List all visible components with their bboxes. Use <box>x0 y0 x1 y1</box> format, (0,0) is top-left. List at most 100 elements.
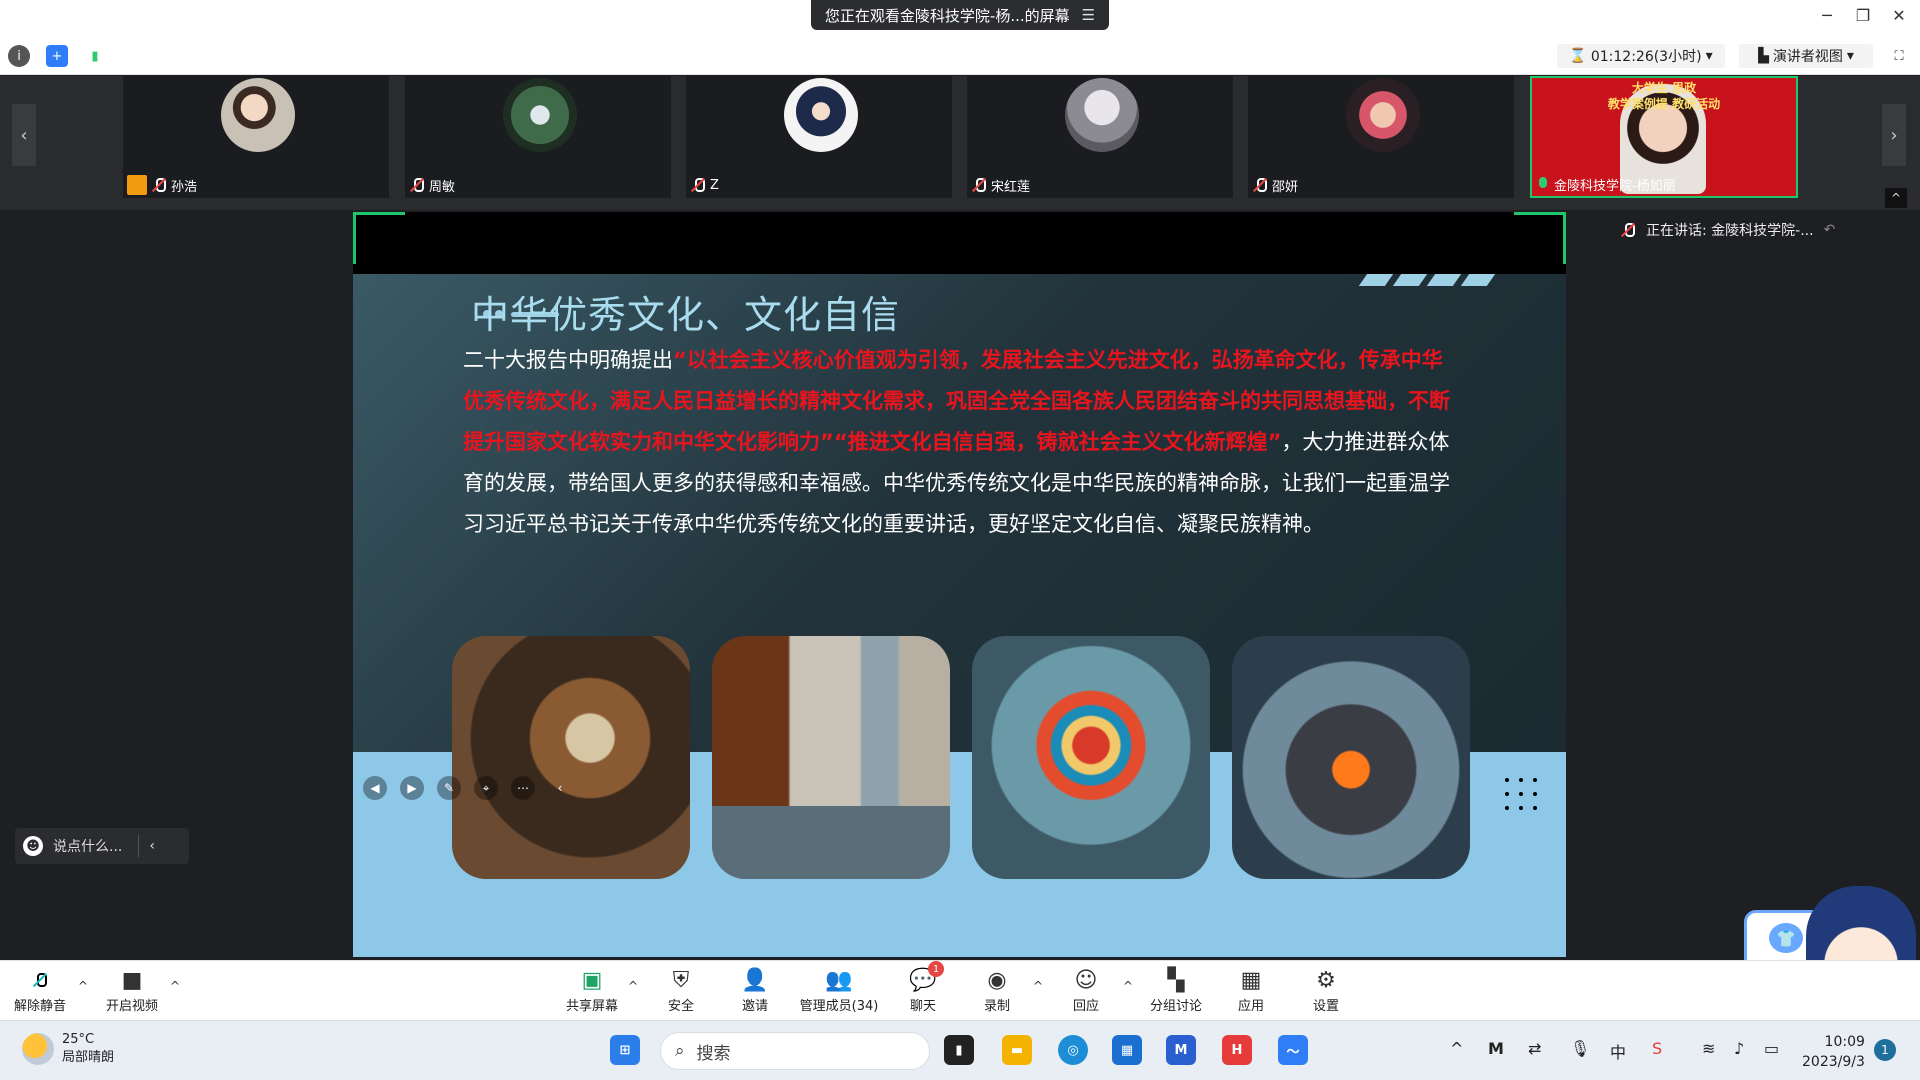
chevron-left-icon[interactable]: ‹ <box>149 838 155 854</box>
notification-badge[interactable]: 1 <box>1874 1039 1896 1061</box>
strip-prev-button[interactable]: ‹ <box>12 104 36 166</box>
mic-muted-icon <box>151 177 167 193</box>
chevron-up-icon[interactable]: ^ <box>628 979 638 993</box>
info-icon[interactable]: i <box>8 45 30 67</box>
participant-tile[interactable]: 周敏 <box>405 76 671 198</box>
transfer-icon[interactable]: ⇄ <box>1528 1039 1541 1058</box>
avatar <box>1346 78 1420 152</box>
participant-name-text: Z <box>710 177 719 193</box>
start-video-button[interactable]: ■ 开启视频 <box>92 965 172 1015</box>
avatar <box>784 78 858 152</box>
chevron-down-icon: ▾ <box>1846 48 1854 64</box>
breakout-button[interactable]: ▚ 分组讨论 <box>1136 965 1216 1015</box>
participant-tile[interactable]: 孙浩 <box>123 76 389 198</box>
next-slide-icon[interactable]: ▶ <box>400 776 424 800</box>
slide-body: 二十大报告中明确提出“以社会主义核心价值观为引领，发展社会主义先进文化，弘扬革命… <box>463 340 1463 545</box>
participant-name: 邵妍 <box>1252 174 1298 196</box>
collapse-strip-button[interactable]: ^ <box>1885 188 1907 208</box>
prev-slide-icon[interactable]: ◀ <box>363 776 387 800</box>
reactions-button[interactable]: ☺ 回应 <box>1046 965 1126 1015</box>
slide-photos <box>452 636 1470 879</box>
strip-next-button[interactable]: › <box>1882 104 1906 166</box>
record-icon: ◉ <box>987 967 1007 993</box>
windows-start-icon[interactable]: ⊞ <box>610 1035 640 1065</box>
participant-tile[interactable]: 宋红莲 <box>967 76 1233 198</box>
participant-tile[interactable]: 邵妍 <box>1248 76 1514 198</box>
taskbar-search[interactable]: ⌕ 搜索 <box>660 1032 930 1070</box>
browser-icon[interactable]: ◎ <box>1058 1035 1088 1065</box>
apps-icon: ▦ <box>1240 967 1262 993</box>
huawei-app-icon[interactable]: H <box>1222 1035 1252 1065</box>
battery-icon[interactable]: ▭ <box>1764 1039 1779 1058</box>
add-user-icon: 👤 <box>741 967 769 993</box>
presentation-slide: 中华优秀文化、文化自信 二十大报告中明确提出“以社会主义核心价值观为引领，发展社… <box>353 212 1566 957</box>
store-icon[interactable]: ▦ <box>1112 1035 1142 1065</box>
security-label: 安全 <box>667 999 694 1014</box>
meeting-timer[interactable]: ⌛ 01:12:26(3小时) ▾ <box>1557 44 1725 68</box>
speaker-name: 金陵科技学院-杨如丽 <box>1536 175 1676 194</box>
active-speaker-tile[interactable]: 大学生 思政 教学案例提 教研活动 金陵科技学院-杨如丽 <box>1530 76 1798 198</box>
mail-icon[interactable]: M <box>1166 1035 1196 1065</box>
speaker-banner-line2: 教学案例提 教研活动 <box>1607 97 1721 111</box>
participant-tile[interactable]: Z <box>686 76 952 198</box>
reaction-icon: ☺ <box>1074 967 1098 993</box>
back-arrow-icon[interactable]: ↶ <box>1824 222 1836 238</box>
participant-name: 孙浩 <box>127 174 197 196</box>
view-mode-dropdown[interactable]: ▙ 演讲者视图 ▾ <box>1739 44 1873 68</box>
workshop-globe-image <box>452 636 690 879</box>
mail-tray-icon[interactable]: M <box>1488 1039 1504 1058</box>
file-explorer-mini-icon[interactable]: ▮ <box>944 1035 974 1065</box>
share-screen-button[interactable]: ▣ 共享屏幕 <box>552 965 632 1015</box>
pen-icon[interactable]: ✎ <box>437 776 461 800</box>
apps-label: 应用 <box>1237 999 1264 1014</box>
security-button[interactable]: ⛨ 安全 <box>641 965 721 1015</box>
chevron-up-icon[interactable]: ^ <box>1123 979 1133 993</box>
slide-top-bar <box>353 212 1566 274</box>
antivirus-icon[interactable]: S <box>1652 1039 1662 1058</box>
glowing-cube-image <box>1232 636 1470 879</box>
dot-grid-decoration <box>1505 778 1537 810</box>
apps-button[interactable]: ▦ 应用 <box>1211 965 1291 1015</box>
restore-button[interactable]: ❐ <box>1848 6 1878 25</box>
chat-button[interactable]: 💬 1 聊天 <box>883 961 963 1014</box>
fullscreen-icon[interactable]: ⛶ <box>1888 45 1910 67</box>
meeting-bottom-toolbar: 解除静音 ^ ■ 开启视频 ^ ▣ 共享屏幕 ^ ⛨ 安全 👤 邀请 👥 管理成… <box>0 960 1920 1020</box>
folder-icon[interactable]: ▬ <box>1002 1035 1032 1065</box>
ime-indicator[interactable]: 中 <box>1610 1039 1626 1063</box>
chevron-left-icon[interactable]: ‹ <box>548 776 572 800</box>
chevron-up-icon[interactable]: ^ <box>1033 979 1043 993</box>
close-button[interactable]: ✕ <box>1884 6 1914 25</box>
minimize-button[interactable]: ─ <box>1812 6 1842 25</box>
shared-screen-stage: 正在讲话: 金陵科技学院-... ↶ 中华优秀文化、文化自信 二十大报告中明确提… <box>0 210 1920 1016</box>
chevron-up-icon[interactable]: ^ <box>170 979 180 993</box>
microphone-icon[interactable]: 🎙 <box>1570 1039 1590 1058</box>
chevron-up-icon[interactable]: ^ <box>1450 1039 1463 1058</box>
chat-placeholder[interactable]: 说点什么... <box>53 836 122 856</box>
emoji-icon[interactable]: ☻ <box>23 836 43 856</box>
chevron-up-icon[interactable]: ^ <box>78 979 88 993</box>
system-clock[interactable]: 10:09 2023/9/3 <box>1802 1032 1865 1072</box>
settings-button[interactable]: ⚙ 设置 <box>1286 965 1366 1015</box>
screen-share-banner[interactable]: 您正在观看金陵科技学院-杨...的屏幕 ☰ <box>811 0 1109 30</box>
share-notice-text: 您正在观看金陵科技学院-杨...的屏幕 <box>824 6 1070 25</box>
weather-widget[interactable]: 25°C 局部晴朗 <box>22 1031 114 1067</box>
record-button[interactable]: ◉ 录制 <box>957 965 1037 1015</box>
quick-chat-box[interactable]: ☻ 说点什么... ‹ <box>15 828 189 864</box>
chat-icon: 💬 1 <box>908 961 944 995</box>
wifi-icon[interactable]: ≋ <box>1702 1039 1715 1058</box>
meeting-app-icon[interactable]: 〜 <box>1278 1035 1308 1065</box>
shield-icon[interactable]: + <box>46 45 68 67</box>
more-icon[interactable]: ⋯ <box>511 776 535 800</box>
volume-icon[interactable]: ♪ <box>1734 1039 1744 1058</box>
signal-bars-icon[interactable]: ▮ <box>84 45 106 67</box>
slide-body-quote-2: “推进文化自信自强，铸就社会主义文化新辉煌” <box>833 430 1282 454</box>
speaker-banner: 大学生 思政 教学案例提 教研活动 <box>1532 80 1796 112</box>
avatar <box>1065 78 1139 152</box>
invite-button[interactable]: 👤 邀请 <box>715 965 795 1015</box>
manage-members-button[interactable]: 👥 管理成员(34) <box>798 965 880 1015</box>
list-icon[interactable]: ☰ <box>1082 6 1095 24</box>
avatar <box>221 78 295 152</box>
focus-icon[interactable]: ⌖ <box>474 776 498 800</box>
unmute-button[interactable]: 解除静音 <box>0 965 80 1014</box>
shield-icon: ⛨ <box>672 967 690 993</box>
